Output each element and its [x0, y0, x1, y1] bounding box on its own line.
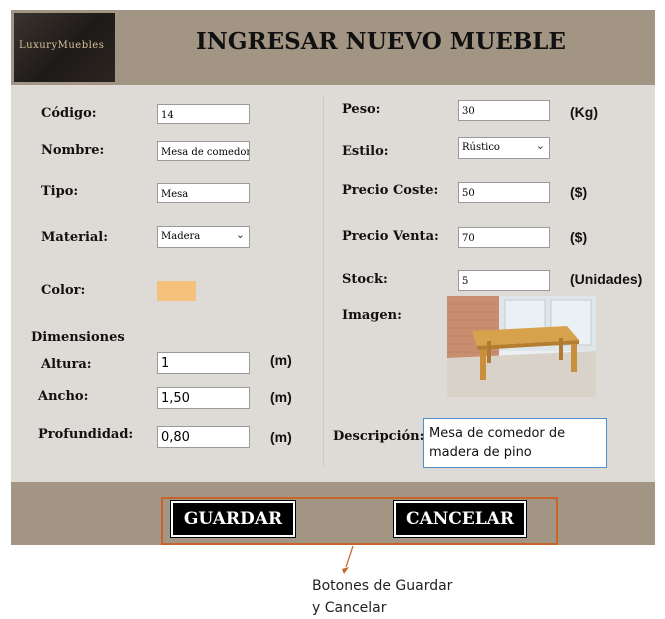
estilo-label: Estilo:: [342, 144, 389, 159]
imagen-label: Imagen:: [342, 308, 402, 323]
page-title: INGRESAR NUEVO MUEBLE: [196, 28, 566, 55]
precio-venta-input[interactable]: 70: [458, 227, 550, 248]
precio-coste-unit: ($): [570, 184, 588, 200]
ancho-unit: (m): [270, 389, 292, 405]
altura-input[interactable]: 1: [157, 352, 250, 374]
nombre-input[interactable]: Mesa de comedor: [157, 141, 250, 161]
chevron-down-icon: ⌄: [535, 139, 545, 152]
buttons-highlight-box: [161, 497, 558, 545]
nombre-label: Nombre:: [41, 143, 105, 158]
color-swatch[interactable]: [157, 281, 196, 301]
material-select[interactable]: Madera ⌄: [157, 226, 250, 248]
ancho-input[interactable]: 1,50: [157, 387, 250, 409]
column-divider: [323, 95, 324, 467]
stock-input[interactable]: 5: [458, 270, 550, 291]
peso-label: Peso:: [342, 102, 381, 117]
material-value: Madera: [161, 231, 201, 242]
brand-logo: LuxuryMuebles: [14, 13, 115, 82]
product-image[interactable]: [447, 296, 596, 397]
profundidad-unit: (m): [270, 429, 292, 445]
material-label: Material:: [41, 230, 109, 245]
precio-venta-unit: ($): [570, 229, 588, 245]
chevron-down-icon: ⌄: [235, 228, 245, 241]
peso-unit: (Kg): [570, 104, 598, 120]
ancho-label: Ancho:: [38, 389, 89, 404]
precio-coste-label: Precio Coste:: [342, 183, 439, 198]
profundidad-input[interactable]: 0,80: [157, 426, 250, 448]
estilo-select[interactable]: Rústico ⌄: [458, 137, 550, 159]
annotation-line-1: Botones de Guardar: [312, 578, 453, 594]
table-photo: [447, 296, 596, 397]
codigo-label: Código:: [41, 106, 97, 121]
stock-label: Stock:: [342, 272, 388, 287]
logo-text: LuxuryMuebles: [19, 40, 105, 51]
header-bar: LuxuryMuebles INGRESAR NUEVO MUEBLE: [11, 10, 655, 85]
codigo-input[interactable]: 14: [157, 104, 250, 124]
annotation-text: Botones de Guardar y Cancelar: [312, 575, 452, 619]
color-label: Color:: [41, 283, 86, 298]
annotation-arrow: [342, 545, 354, 574]
estilo-value: Rústico: [462, 142, 500, 153]
stock-unit: (Unidades): [570, 271, 643, 287]
annotation-line-2: y Cancelar: [312, 600, 387, 616]
altura-unit: (m): [270, 352, 292, 368]
precio-coste-input[interactable]: 50: [458, 182, 550, 203]
profundidad-label: Profundidad:: [38, 427, 134, 442]
altura-label: Altura:: [41, 357, 92, 372]
descripcion-textarea[interactable]: Mesa de comedor de madera de pino: [423, 418, 607, 468]
precio-venta-label: Precio Venta:: [342, 229, 439, 244]
descripcion-label: Descripción:: [333, 429, 425, 444]
tipo-label: Tipo:: [41, 184, 79, 199]
dimensiones-heading: Dimensiones: [31, 330, 125, 345]
peso-input[interactable]: 30: [458, 100, 550, 121]
tipo-input[interactable]: Mesa: [157, 183, 250, 203]
form-window: LuxuryMuebles INGRESAR NUEVO MUEBLE Códi…: [11, 10, 655, 545]
